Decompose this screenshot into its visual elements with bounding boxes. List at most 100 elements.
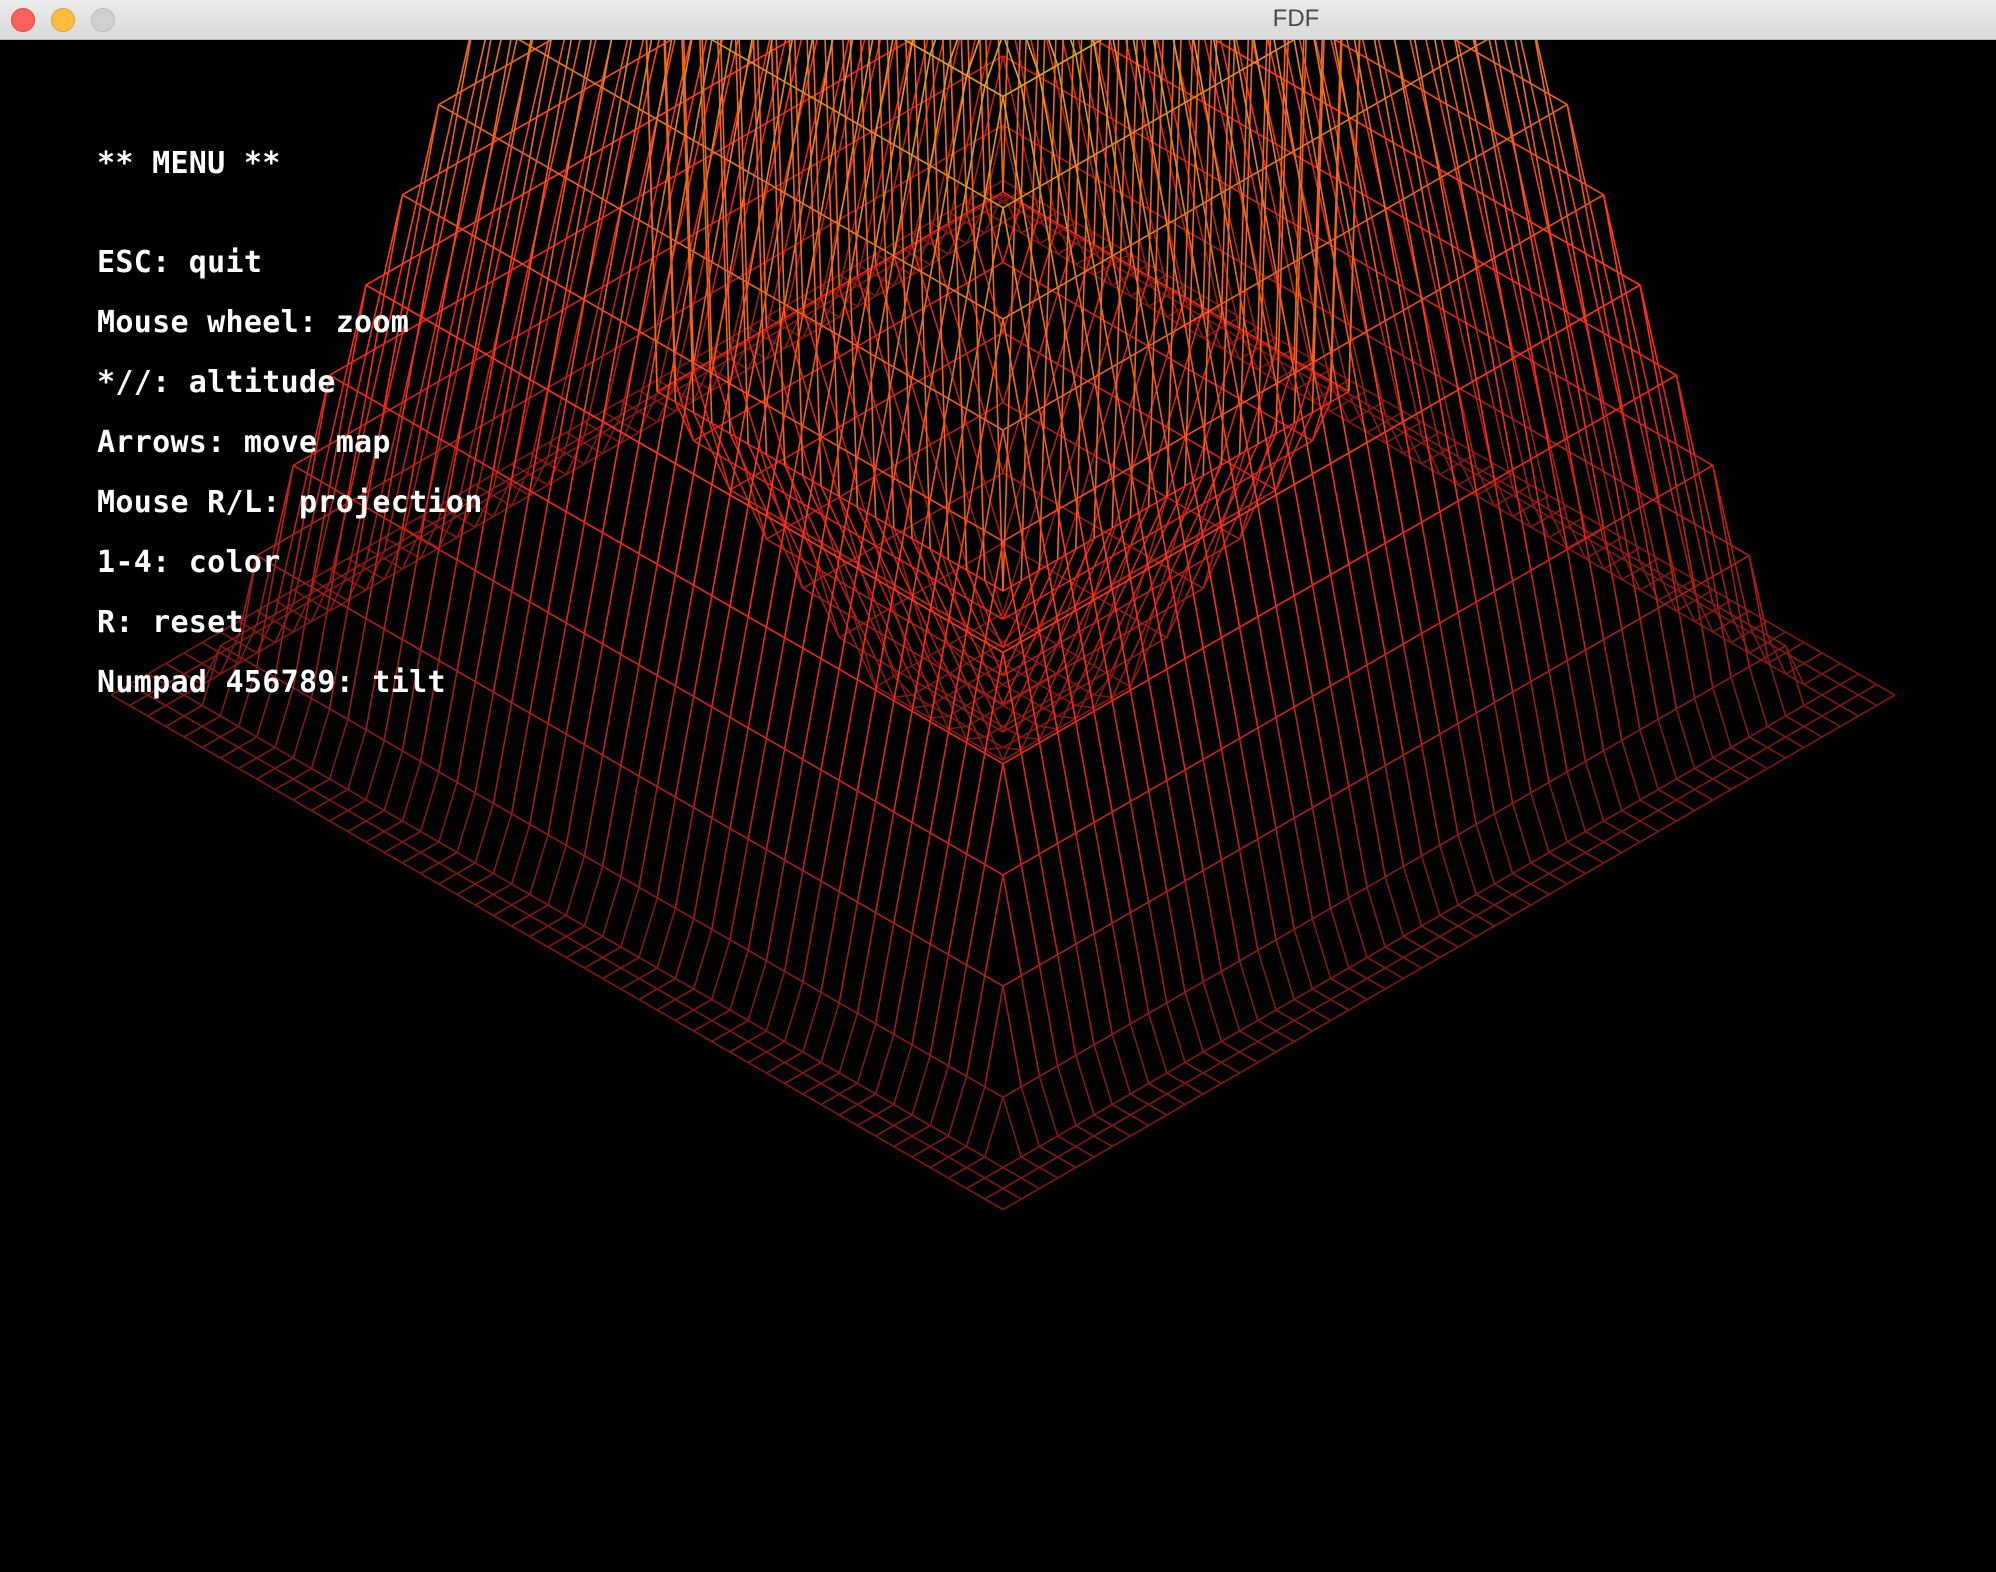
wire-segment bbox=[1512, 569, 1532, 582]
wire-segment bbox=[1566, 760, 1586, 773]
wire-segment bbox=[1421, 956, 1441, 969]
wire-segment bbox=[1457, 935, 1477, 948]
wire-segment bbox=[802, 1072, 822, 1085]
wire-segment bbox=[1439, 169, 1459, 250]
wire-segment bbox=[1821, 704, 1841, 717]
wire-segment bbox=[1257, 383, 1277, 395]
wire-segment bbox=[183, 704, 203, 717]
wire-segment bbox=[948, 1145, 967, 1158]
wire-segment bbox=[620, 775, 640, 877]
wire-segment bbox=[875, 1114, 895, 1127]
wire-segment bbox=[747, 616, 767, 628]
wire-segment bbox=[438, 370, 458, 451]
wire-segment bbox=[1585, 416, 1604, 429]
wire-segment bbox=[1202, 1061, 1222, 1074]
wire-segment bbox=[1348, 119, 1368, 221]
wire-segment bbox=[1329, 463, 1350, 565]
wire-segment bbox=[1293, 695, 1313, 708]
wire-segment bbox=[1093, 477, 1113, 490]
wire-segment bbox=[1384, 654, 1405, 756]
wire-segment bbox=[1621, 729, 1641, 741]
wire-segment bbox=[1494, 691, 1513, 704]
wire-segment bbox=[784, 1051, 804, 1064]
wire-segment bbox=[857, 1082, 876, 1095]
title-bar[interactable]: FDF bbox=[0, 0, 1996, 40]
wire-segment bbox=[766, 1051, 785, 1064]
wire-segment bbox=[893, 588, 913, 601]
menu-item-reset: R: reset bbox=[97, 605, 244, 640]
wire-segment bbox=[1694, 767, 1714, 780]
wire-segment bbox=[747, 838, 767, 851]
wire-segment bbox=[1057, 832, 1077, 845]
wire-segment bbox=[802, 658, 822, 760]
render-canvas[interactable]: ** MENU ** ESC: quit Mouse wheel: zoom *… bbox=[0, 40, 1996, 1572]
wire-segment bbox=[1603, 841, 1623, 854]
wire-segment bbox=[838, 679, 859, 781]
menu-item-zoom: Mouse wheel: zoom bbox=[97, 305, 410, 340]
wire-segment bbox=[911, 704, 931, 709]
wire-segment bbox=[911, 303, 931, 316]
wire-segment bbox=[583, 532, 604, 634]
wire-segment bbox=[183, 641, 203, 654]
wire-segment bbox=[1441, 40, 1459, 111]
wire-segment bbox=[675, 1019, 694, 1032]
wire-segment bbox=[1493, 813, 1514, 874]
wire-segment bbox=[1621, 395, 1641, 408]
wire-segment bbox=[420, 841, 440, 854]
wire-segment bbox=[747, 282, 767, 295]
wire-segment bbox=[1639, 820, 1659, 833]
wire-segment bbox=[1020, 308, 1041, 410]
wire-segment bbox=[1785, 631, 1805, 644]
wire-segment bbox=[1767, 715, 1786, 728]
wire-segment bbox=[1548, 437, 1568, 450]
wire-segment bbox=[965, 975, 986, 1077]
wire-segment bbox=[311, 809, 330, 822]
wire-segment bbox=[511, 883, 531, 896]
wire-segment bbox=[1293, 473, 1313, 486]
menu-heading: ** MENU ** bbox=[97, 146, 281, 181]
wire-segment bbox=[474, 347, 494, 360]
wire-segment bbox=[1475, 925, 1495, 938]
wire-segment bbox=[766, 1061, 785, 1074]
wire-segment bbox=[893, 1033, 913, 1046]
wire-segment bbox=[1148, 1082, 1168, 1095]
wire-segment bbox=[419, 549, 440, 651]
wire-segment bbox=[1566, 830, 1586, 843]
wire-segment bbox=[638, 897, 658, 958]
wire-segment bbox=[547, 511, 567, 613]
wire-segment bbox=[1530, 429, 1550, 510]
wire-segment bbox=[129, 704, 148, 717]
wire-segment bbox=[383, 830, 403, 843]
wire-segment bbox=[1330, 674, 1350, 687]
wire-segment bbox=[784, 970, 804, 983]
wire-segment bbox=[929, 387, 949, 400]
wire-segment bbox=[274, 757, 294, 770]
wire-segment bbox=[274, 788, 294, 801]
wire-segment bbox=[1057, 943, 1077, 956]
wire-segment bbox=[1384, 754, 1404, 767]
wire-segment bbox=[638, 886, 658, 899]
wire-segment bbox=[1057, 1156, 1077, 1169]
wire-segment bbox=[1311, 140, 1332, 242]
wire-segment bbox=[1493, 702, 1514, 804]
wire-segment bbox=[1148, 345, 1168, 358]
wire-segment bbox=[292, 788, 312, 801]
wire-segment bbox=[1002, 1198, 1022, 1211]
wire-segment bbox=[1075, 1044, 1095, 1056]
wire-segment bbox=[492, 62, 513, 143]
wire-segment bbox=[383, 739, 403, 752]
wire-segment bbox=[838, 890, 858, 903]
wire-segment bbox=[1384, 543, 1405, 645]
wire-segment bbox=[602, 935, 622, 948]
wire-segment bbox=[1439, 66, 1459, 168]
wire-segment bbox=[347, 718, 367, 731]
wire-segment bbox=[1093, 1103, 1113, 1116]
wire-segment bbox=[984, 1166, 1004, 1179]
wire-segment bbox=[1002, 1177, 1022, 1190]
wire-segment bbox=[620, 653, 640, 666]
wire-segment bbox=[1548, 439, 1568, 520]
wire-segment bbox=[766, 1040, 785, 1053]
wire-segment bbox=[966, 552, 986, 565]
wireframe-map bbox=[110, 40, 1896, 1211]
wire-segment bbox=[948, 953, 967, 966]
